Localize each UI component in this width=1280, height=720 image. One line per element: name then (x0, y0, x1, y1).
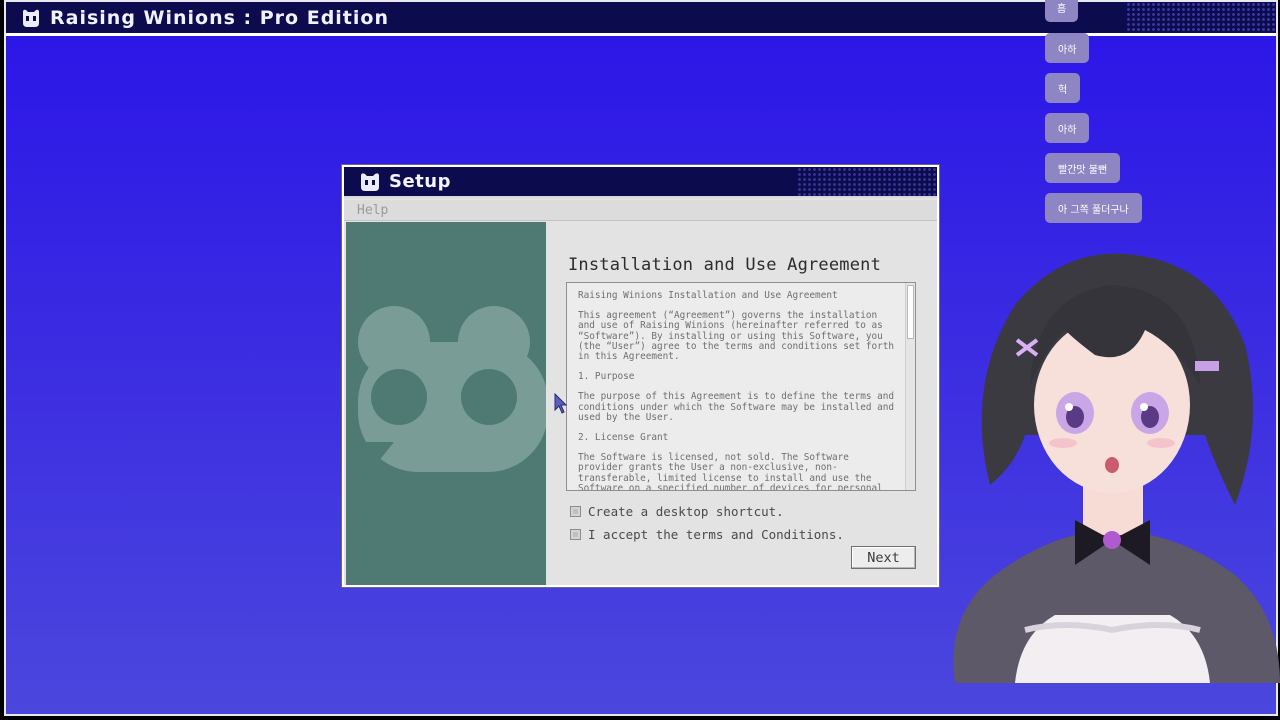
agreement-text: Raising Winions Installation and Use Agr… (578, 290, 896, 491)
chat-message: 아하 (1045, 113, 1090, 143)
agreement-scrollbar[interactable] (905, 283, 915, 490)
setup-title: Setup (389, 171, 451, 192)
desktop-shortcut-checkbox[interactable] (570, 506, 581, 517)
setup-dialog: Setup Help Installation and Use Agreemen… (342, 165, 939, 587)
accept-terms-option[interactable]: I accept the terms and Conditions. (570, 527, 844, 542)
mouse-pointer-icon (554, 393, 567, 414)
winion-logo-icon (361, 172, 379, 191)
chat-message: 아하 (1045, 33, 1090, 63)
desktop-shortcut-label: Create a desktop shortcut. (588, 504, 784, 519)
menu-bar: Help (344, 200, 937, 221)
scrollbar-thumb[interactable] (907, 285, 914, 339)
chat-message: 빨간맛 불뻔 (1045, 153, 1121, 183)
agreement-paragraph: The purpose of this Agreement is to defi… (578, 391, 895, 423)
chat-message: 아 그쪽 풀더구나 (1045, 193, 1142, 223)
agreement-textbox[interactable]: Raising Winions Installation and Use Agr… (566, 282, 916, 491)
titlebar-pattern (1126, 2, 1276, 33)
winion-watermark-icon (346, 306, 546, 472)
app-title: Raising Winions : Pro Edition (50, 6, 389, 29)
vtuber-avatar (953, 253, 1280, 683)
titlebar-pattern (797, 167, 937, 196)
setup-titlebar[interactable]: Setup (344, 167, 937, 198)
app-titlebar[interactable]: Raising Winions : Pro Edition (6, 2, 1276, 36)
accept-terms-checkbox[interactable] (570, 529, 581, 540)
accept-terms-label: I accept the terms and Conditions. (588, 527, 844, 542)
chat-message: 헉 (1045, 73, 1081, 103)
agreement-heading: Installation and Use Agreement (568, 255, 882, 275)
agreement-title: Raising Winions Installation and Use Agr… (578, 290, 838, 301)
winion-logo-icon (23, 9, 39, 27)
next-button[interactable]: Next (851, 546, 916, 569)
agreement-section-heading: 1. Purpose (578, 371, 635, 383)
agreement-paragraph: The Software is licensed, not sold. The … (578, 452, 883, 491)
desktop-shortcut-option[interactable]: Create a desktop shortcut. (570, 504, 784, 519)
menu-help[interactable]: Help (357, 203, 388, 218)
agreement-section-heading: 2. License Grant (578, 432, 669, 444)
side-panel (346, 222, 546, 585)
chat-message: 흠 (1045, 0, 1079, 22)
agreement-paragraph: This agreement (“Agreement”) governs the… (578, 310, 895, 363)
